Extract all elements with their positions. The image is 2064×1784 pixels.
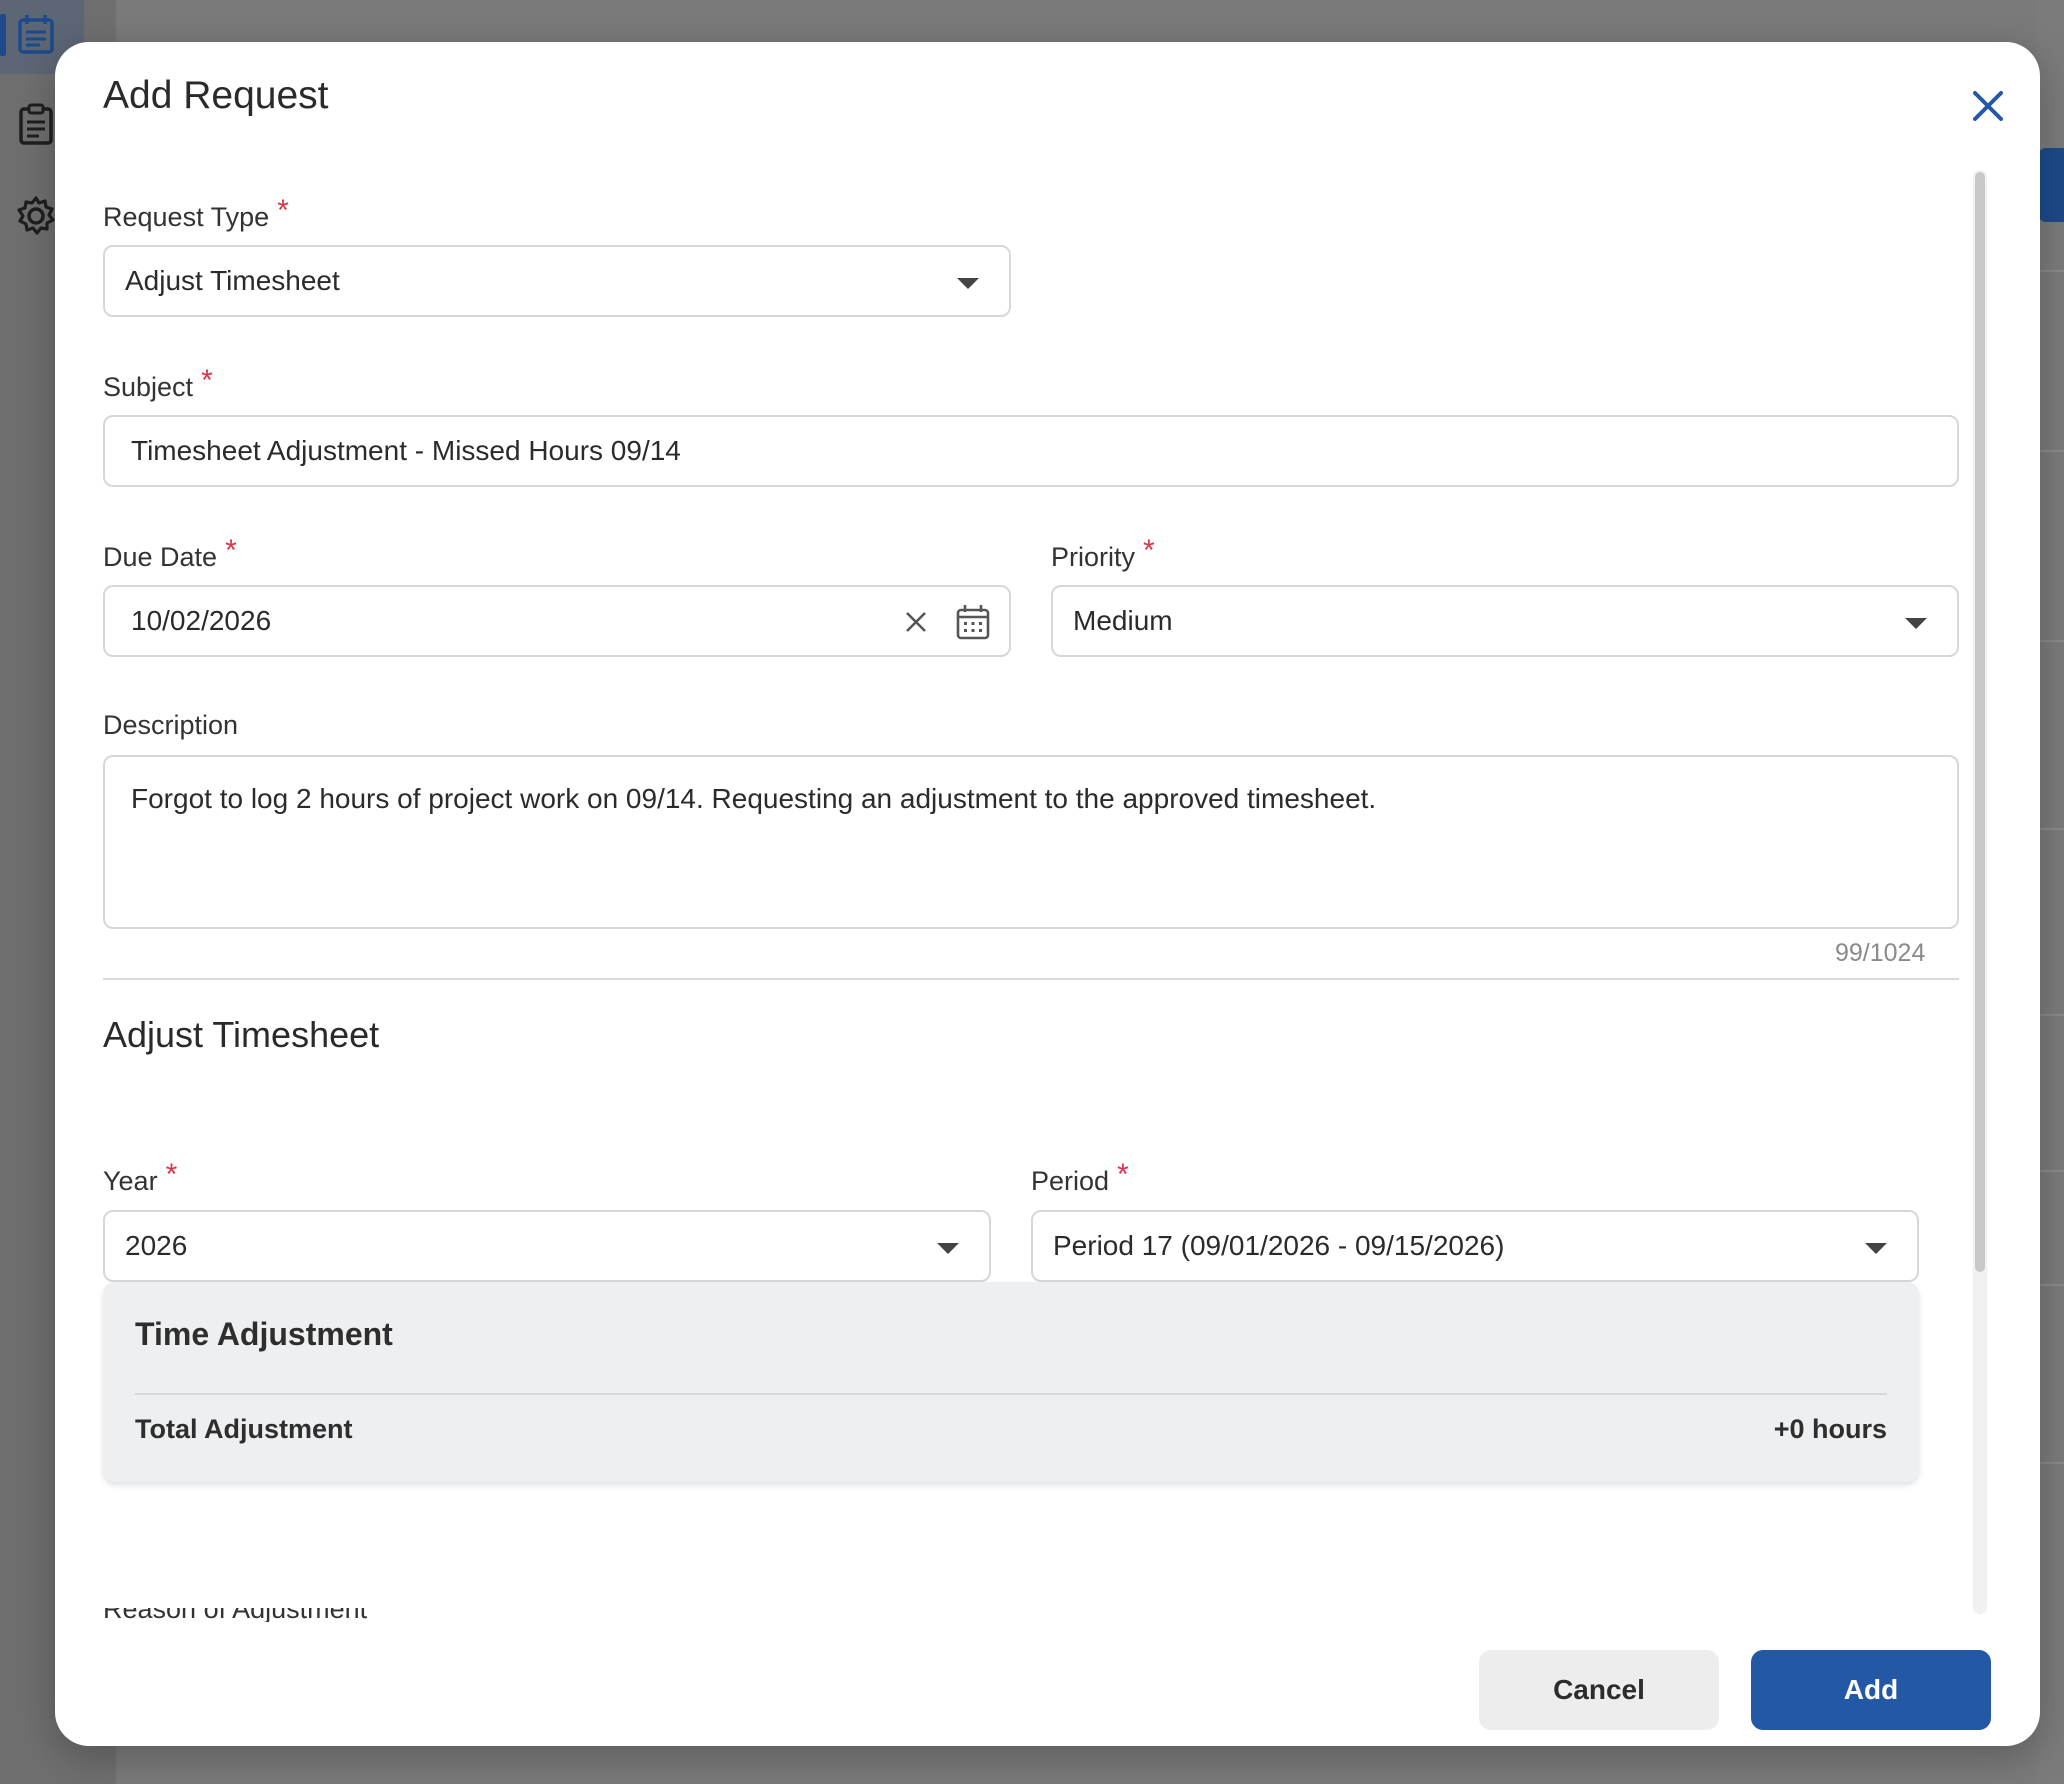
background-row-divider bbox=[2036, 1170, 2064, 1172]
due-date-label: Due Date * bbox=[103, 534, 237, 572]
calendar-icon[interactable] bbox=[14, 12, 58, 56]
clear-icon[interactable] bbox=[903, 609, 929, 635]
section-divider bbox=[103, 978, 1959, 980]
background-primary-button bbox=[2038, 148, 2064, 222]
required-marker: * bbox=[1143, 534, 1155, 567]
gear-icon[interactable] bbox=[14, 194, 58, 238]
background-row-divider bbox=[2036, 828, 2064, 830]
description-character-counter: 99/1024 bbox=[1835, 939, 1926, 967]
chevron-down-icon bbox=[957, 278, 979, 289]
background-row-divider bbox=[2036, 1462, 2064, 1464]
background-row-divider bbox=[2036, 640, 2064, 642]
clipboard-icon[interactable] bbox=[14, 102, 58, 146]
priority-value: Medium bbox=[1073, 605, 1173, 636]
close-button[interactable] bbox=[1960, 78, 2016, 134]
background-row-divider bbox=[2036, 1284, 2064, 1286]
subject-input[interactable]: Timesheet Adjustment - Missed Hours 09/1… bbox=[103, 415, 1959, 487]
chevron-down-icon bbox=[1905, 618, 1927, 629]
total-adjustment-label: Total Adjustment bbox=[135, 1414, 353, 1444]
period-value: Period 17 (09/01/2026 - 09/15/2026) bbox=[1053, 1230, 1505, 1261]
description-value: Forgot to log 2 hours of project work on… bbox=[131, 783, 1377, 814]
subject-value: Timesheet Adjustment - Missed Hours 09/1… bbox=[131, 435, 681, 466]
cancel-button[interactable]: Cancel bbox=[1479, 1650, 1719, 1730]
period-select[interactable]: Period 17 (09/01/2026 - 09/15/2026) bbox=[1031, 1210, 1919, 1282]
request-type-value: Adjust Timesheet bbox=[125, 265, 340, 296]
dialog-scrollbar-thumb[interactable] bbox=[1975, 172, 1985, 1272]
background-row-divider bbox=[2036, 270, 2064, 272]
background-row-divider bbox=[2036, 450, 2064, 452]
time-adjustment-panel: Time Adjustment Total Adjustment +0 hour… bbox=[103, 1282, 1919, 1482]
subject-label: Subject * bbox=[103, 364, 213, 402]
calendar-icon[interactable] bbox=[955, 603, 991, 641]
required-marker: * bbox=[225, 534, 237, 567]
sidebar-active-indicator bbox=[0, 14, 6, 56]
due-date-input[interactable]: 10/02/2026 bbox=[103, 585, 1011, 657]
reason-of-adjustment-label: Reason of Adjustment* bbox=[103, 1608, 603, 1622]
required-marker: * bbox=[1117, 1158, 1129, 1191]
time-adjustment-title: Time Adjustment bbox=[135, 1316, 393, 1352]
period-label: Period * bbox=[1031, 1158, 1129, 1196]
dialog-title: Add Request bbox=[103, 74, 329, 117]
add-button[interactable]: Add bbox=[1751, 1650, 1991, 1730]
year-select[interactable]: 2026 bbox=[103, 1210, 991, 1282]
year-label: Year * bbox=[103, 1158, 178, 1196]
add-request-dialog: Add Request Request Type * Adjust Timeshe… bbox=[55, 42, 2040, 1746]
background-content-edge bbox=[2036, 0, 2064, 1784]
request-type-select[interactable]: Adjust Timesheet bbox=[103, 245, 1011, 317]
total-adjustment-value: +0 hours bbox=[1773, 1414, 1887, 1444]
year-value: 2026 bbox=[125, 1230, 188, 1261]
close-icon bbox=[1973, 91, 2003, 121]
panel-divider bbox=[135, 1393, 1887, 1395]
description-label: Description bbox=[103, 710, 239, 740]
required-marker: * bbox=[165, 1158, 178, 1191]
required-marker: * bbox=[277, 194, 289, 227]
adjust-timesheet-section-title: Adjust Timesheet bbox=[103, 1014, 380, 1055]
chevron-down-icon bbox=[937, 1243, 959, 1254]
priority-select[interactable]: Medium bbox=[1051, 585, 1959, 657]
priority-label: Priority * bbox=[1051, 534, 1155, 572]
required-marker: * bbox=[375, 1608, 387, 1622]
due-date-value: 10/02/2026 bbox=[131, 605, 272, 636]
description-textarea[interactable]: Forgot to log 2 hours of project work on… bbox=[103, 755, 1959, 929]
required-marker: * bbox=[201, 364, 213, 397]
chevron-down-icon bbox=[1865, 1243, 1887, 1254]
request-type-label: Request Type * bbox=[103, 194, 289, 232]
background-row-divider bbox=[2036, 1014, 2064, 1016]
